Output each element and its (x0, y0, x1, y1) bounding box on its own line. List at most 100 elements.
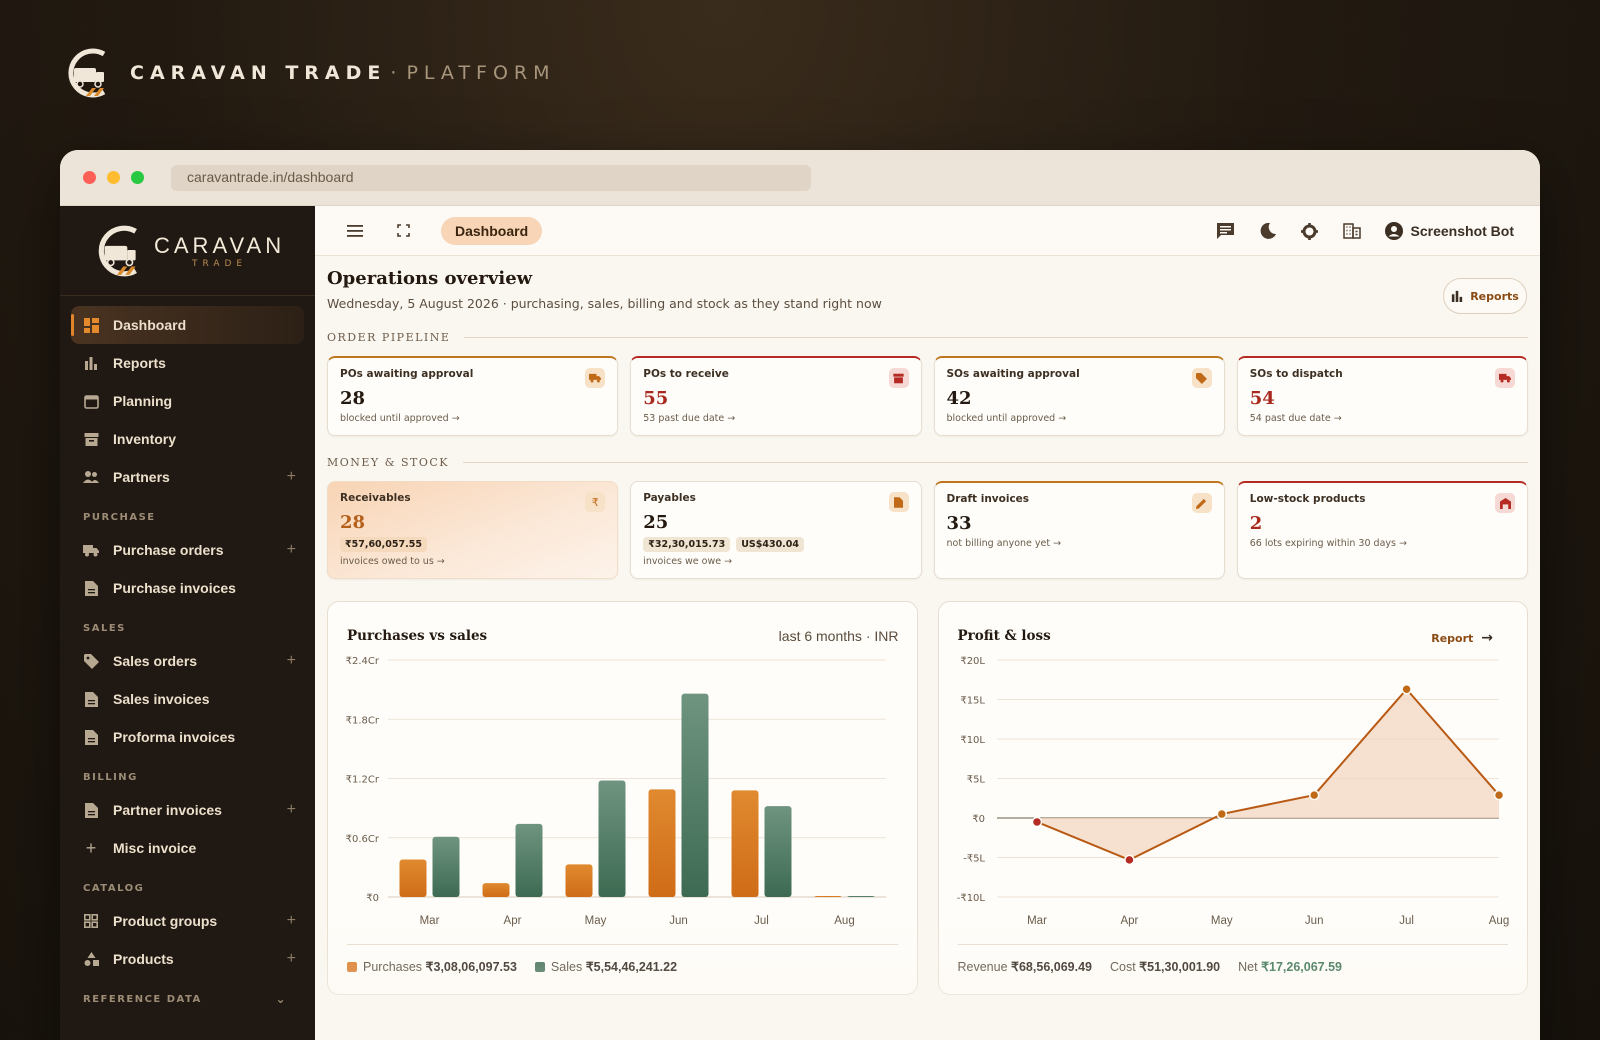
summary-label: Cost (1109, 960, 1136, 974)
add-product-icon[interactable]: + (287, 950, 296, 968)
x-tick-label: Jul (754, 915, 769, 927)
legend-label: Sales (550, 960, 583, 974)
data-point (1216, 808, 1227, 820)
amount-badge: ₹57,60,057.55 (340, 537, 427, 552)
section-billing: BILLING (83, 772, 138, 783)
sidebar-item-label: Planning (113, 393, 173, 409)
maximize-window-button[interactable] (131, 171, 144, 184)
card-link[interactable]: blocked until approved → (340, 413, 605, 424)
sidebar-item-label: Inventory (113, 431, 177, 447)
sidebar-item-purchase-orders[interactable]: Purchase orders + (71, 531, 304, 569)
sidebar-item-label: Partners (113, 469, 170, 485)
card-value: 33 (946, 513, 972, 534)
organization-icon[interactable] (1342, 222, 1361, 240)
reports-button-label: Reports (1470, 289, 1519, 303)
rupee-icon: ₹ (585, 492, 606, 512)
page-subtitle: Wednesday, 5 August 2026 · purchasing, s… (327, 296, 882, 311)
card-link[interactable]: 54 past due date → (1250, 413, 1515, 424)
user-menu[interactable]: Screenshot Bot (1384, 222, 1514, 240)
sidebar-brand-tagline: TRADE (191, 258, 248, 269)
sidebar-item-product-groups[interactable]: Product groups + (71, 902, 304, 940)
bar-sales (515, 823, 543, 897)
hero-suffix: PLATFORM (406, 62, 556, 84)
dark-mode-icon[interactable] (1259, 222, 1277, 240)
card-link[interactable]: blocked until approved → (947, 413, 1212, 424)
topbar-actions: Screenshot Bot (1217, 206, 1514, 256)
card-low-stock-products[interactable]: Low-stock products 2 66 lots expiring wi… (1236, 481, 1528, 579)
card-receivables[interactable]: Receivables 28 ₹57,60,057.55 invoices ow… (327, 481, 619, 579)
card-value: 28 (340, 388, 366, 409)
add-sales-order-icon[interactable]: + (287, 652, 296, 670)
add-product-group-icon[interactable]: + (287, 912, 296, 930)
summary-value: ₹17,26,067.59 (1261, 960, 1343, 974)
report-link[interactable]: Report → (1431, 630, 1493, 646)
card-link[interactable]: invoices we owe → (643, 556, 908, 567)
settings-icon[interactable] (1301, 222, 1319, 240)
section-reference-data[interactable]: REFERENCE DATA ⌄ (60, 978, 315, 1013)
card-draft-invoices[interactable]: Draft invoices 33 not billing anyone yet… (933, 481, 1225, 579)
card-link[interactable]: 66 lots expiring within 30 days → (1250, 538, 1515, 549)
sidebar-logo[interactable]: CARAVAN TRADE (60, 206, 315, 296)
reports-button[interactable]: Reports (1443, 278, 1527, 314)
warehouse-icon (1495, 493, 1515, 513)
card-label: Payables (643, 492, 696, 504)
sidebar-item-purchase-invoices[interactable]: Purchase invoices (71, 569, 304, 607)
minimize-window-button[interactable] (107, 171, 120, 184)
sidebar-item-label: Sales orders (113, 653, 198, 669)
sidebar-brand-name: CARAVAN (154, 232, 286, 258)
add-partner-icon[interactable]: + (287, 468, 296, 486)
chart-title: Purchases vs sales (347, 628, 488, 644)
chat-icon[interactable] (1217, 222, 1235, 240)
sidebar-item-sales-orders[interactable]: Sales orders + (71, 642, 304, 680)
sidebar-item-label: Misc invoice (113, 840, 197, 856)
document-icon (83, 580, 99, 596)
card-link[interactable]: not billing anyone yet → (947, 538, 1212, 549)
user-name: Screenshot Bot (1410, 223, 1514, 239)
bar-purchases (482, 883, 510, 897)
close-window-button[interactable] (83, 171, 96, 184)
add-partner-invoice-icon[interactable]: + (287, 801, 296, 819)
card-pos-to-receive[interactable]: POs to receive 55 53 past due date → (630, 356, 922, 436)
address-bar[interactable]: caravantrade.in/dashboard (171, 164, 811, 191)
legend-label: Purchases (363, 960, 423, 974)
document-icon (83, 691, 99, 707)
sidebar-item-reports[interactable]: Reports (71, 344, 304, 382)
card-label: SOs to dispatch (1249, 368, 1343, 380)
bar-sales (764, 806, 792, 897)
profit-loss-chart: -₹10L -₹5L ₹0 ₹5L ₹10L ₹15L ₹20L Mar Apr May Jun Ju… (956, 656, 1509, 927)
arrow-right-icon: → (1481, 630, 1493, 646)
sidebar-item-sales-invoices[interactable]: Sales invoices (71, 680, 304, 718)
card-payables[interactable]: Payables 25 ₹32,30,015.73 US$430.04 invoi… (630, 481, 922, 579)
card-pos-awaiting-approval[interactable]: POs awaiting approval 28 blocked until a… (327, 356, 619, 436)
card-label: SOs awaiting approval (946, 368, 1080, 380)
y-tick-label: -₹5L (963, 854, 985, 865)
card-link[interactable]: 53 past due date → (643, 413, 908, 424)
card-sos-to-dispatch[interactable]: SOs to dispatch 54 54 past due date → (1236, 356, 1528, 436)
hero-separator: · (390, 62, 403, 84)
hero-title: CARAVAN TRADE · PLATFORM (130, 62, 556, 84)
card-link[interactable]: invoices owed to us → (340, 556, 605, 567)
caravan-logo-icon (68, 48, 106, 98)
purchases-vs-sales-chart: ₹0 ₹0.6Cr ₹1.2Cr ₹1.8Cr ₹2.4Cr Mar Apr May Jun Ju… (346, 656, 886, 927)
sidebar-item-dashboard[interactable]: Dashboard (71, 306, 304, 344)
legend-total: ₹3,08,06,097.53 (425, 960, 517, 974)
amount-badge: ₹32,30,015.73 (643, 537, 731, 552)
sidebar-item-proforma-invoices[interactable]: Proforma invoices (71, 718, 304, 756)
card-sos-awaiting-approval[interactable]: SOs awaiting approval 42 blocked until a… (933, 356, 1225, 436)
sidebar-item-partner-invoices[interactable]: Partner invoices + (71, 791, 304, 829)
y-tick-label: ₹1.8Cr (346, 715, 380, 726)
fullscreen-icon[interactable] (393, 221, 413, 241)
sidebar-item-misc-invoice[interactable]: + Misc invoice (71, 829, 304, 867)
sidebar-item-planning[interactable]: Planning (71, 382, 304, 420)
sidebar-item-partners[interactable]: Partners + (71, 458, 304, 496)
sidebar-item-inventory[interactable]: Inventory (71, 420, 304, 458)
tab-dashboard[interactable]: Dashboard (441, 216, 543, 245)
chart-title: Profit & loss (957, 628, 1051, 644)
add-purchase-order-icon[interactable]: + (287, 541, 296, 559)
y-tick-label: ₹0.6Cr (346, 834, 380, 845)
hero-brand: CARAVAN TRADE (130, 62, 387, 84)
sidebar-item-products[interactable]: Products + (71, 940, 304, 978)
bar-sales (847, 896, 875, 898)
menu-icon[interactable] (345, 221, 365, 241)
browser-window: caravantrade.in/dashboard CARAVAN TRADE … (60, 150, 1540, 1040)
